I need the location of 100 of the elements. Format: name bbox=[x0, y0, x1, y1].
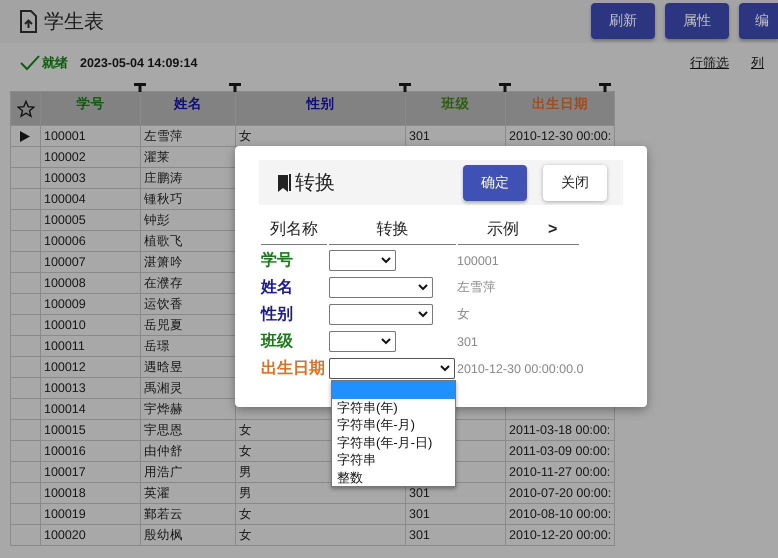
table-cell: 女 bbox=[239, 506, 252, 520]
column-header: 示例 bbox=[486, 220, 520, 240]
table-cell: 2011-03-18 00:00: bbox=[509, 423, 610, 437]
table-cell: 100004 bbox=[44, 192, 86, 206]
status-label: 就绪 bbox=[42, 54, 68, 72]
column-header: 列名称 bbox=[261, 219, 327, 245]
table-cell: 左雪萍 bbox=[144, 128, 183, 142]
dropdown-option[interactable]: 字符串(年-月) bbox=[332, 416, 455, 434]
field-label: 出生日期 bbox=[261, 358, 326, 379]
convert-select[interactable] bbox=[329, 358, 455, 379]
dropdown-option[interactable]: 字符串(年) bbox=[332, 398, 455, 416]
table-cell: 100020 bbox=[44, 528, 86, 542]
column-header[interactable]: 姓名 bbox=[174, 96, 202, 111]
table-cell: 100014 bbox=[44, 402, 86, 416]
column-resize-icon[interactable] bbox=[134, 83, 146, 92]
dropdown-option[interactable]: 字符串 bbox=[332, 451, 455, 468]
field-label: 性别 bbox=[261, 304, 294, 325]
table-cell: 100012 bbox=[44, 360, 86, 374]
column-resize-icon[interactable] bbox=[399, 83, 411, 92]
field-label: 姓名 bbox=[261, 278, 294, 298]
toolbar-button[interactable]: 属性 bbox=[665, 3, 729, 39]
confirm-button[interactable]: 确定 bbox=[463, 164, 527, 200]
table-cell: 100018 bbox=[44, 486, 86, 500]
table-cell: 用浩广 bbox=[144, 464, 183, 478]
table-cell: 301 bbox=[409, 507, 430, 521]
table-cell: 2010-12-30 00:00: bbox=[509, 129, 612, 143]
bookmark-icon bbox=[277, 172, 293, 192]
table-cell: 301 bbox=[409, 486, 430, 500]
example-text: 2010-12-30 00:00:00.0 bbox=[457, 362, 584, 376]
caret-icon bbox=[440, 365, 450, 372]
column-resize-icon[interactable] bbox=[229, 83, 241, 92]
table-cell: 100002 bbox=[44, 150, 86, 164]
page-title: 学生表 bbox=[44, 10, 105, 35]
table-cell: 鄞若云 bbox=[144, 506, 183, 520]
table-cell: 2010-07-20 00:00: bbox=[509, 486, 612, 500]
convert-select[interactable] bbox=[329, 304, 433, 325]
dialog-title: 转换 bbox=[295, 171, 336, 196]
table-cell: 100003 bbox=[44, 171, 86, 185]
column-resize-icon[interactable] bbox=[599, 83, 611, 92]
table-cell: 男 bbox=[239, 486, 252, 500]
table-cell: 由仲舒 bbox=[144, 444, 183, 458]
dropdown-option[interactable]: 整数 bbox=[332, 468, 455, 486]
table-cell: 女 bbox=[239, 128, 252, 142]
dropdown-option[interactable]: 字符串(年-月-日) bbox=[332, 434, 455, 451]
table-cell: 宇烨赫 bbox=[144, 402, 183, 416]
table-cell: 庄鹏涛 bbox=[144, 170, 183, 184]
check-icon bbox=[20, 54, 40, 72]
example-text: 左雪萍 bbox=[457, 279, 496, 296]
table-cell: 殷幼枫 bbox=[144, 528, 183, 542]
table-cell: 2010-11-27 00:00: bbox=[509, 465, 610, 479]
table-cell: 301 bbox=[409, 129, 430, 143]
caret-icon bbox=[381, 338, 391, 345]
column-header[interactable]: 性别 bbox=[306, 96, 334, 111]
table-cell: 男 bbox=[239, 464, 252, 478]
filter-link[interactable]: 行筛选 bbox=[690, 54, 729, 72]
table-cell: 女 bbox=[239, 528, 252, 542]
table-cell: 在濮存 bbox=[144, 276, 183, 290]
convert-select[interactable] bbox=[329, 331, 396, 352]
table-cell: 濯莱 bbox=[144, 150, 170, 164]
star-icon[interactable] bbox=[16, 100, 34, 118]
table-cell: 禹湘灵 bbox=[144, 380, 183, 394]
table-cell: 锺秋巧 bbox=[144, 192, 183, 206]
toolbar-button[interactable]: 刷新 bbox=[591, 3, 655, 39]
example-text: 100001 bbox=[457, 254, 499, 268]
file-upload-icon bbox=[18, 10, 38, 34]
table-cell: 100006 bbox=[44, 234, 86, 248]
next-button[interactable]: > bbox=[548, 221, 558, 239]
table-cell: 301 bbox=[409, 528, 430, 542]
table-cell: 100005 bbox=[44, 213, 86, 227]
convert-select[interactable] bbox=[329, 250, 396, 271]
convert-select[interactable] bbox=[329, 277, 433, 298]
table-cell: 女 bbox=[239, 422, 252, 436]
table-cell: 2010-12-20 00:00: bbox=[509, 528, 612, 542]
table-cell: 运饮香 bbox=[144, 296, 183, 310]
table-cell: 100001 bbox=[44, 129, 86, 143]
column-resize-icon[interactable] bbox=[499, 83, 511, 92]
table-cell: 遇晗昱 bbox=[144, 360, 183, 374]
table-cell: 100008 bbox=[44, 276, 86, 290]
table-cell: 100015 bbox=[44, 423, 86, 437]
caret-icon bbox=[381, 257, 391, 264]
table-cell: 英濯 bbox=[144, 486, 170, 500]
table-cell: 植歌飞 bbox=[144, 234, 183, 248]
table-cell: 湛箫吟 bbox=[144, 254, 183, 268]
table-cell: 100010 bbox=[44, 318, 86, 332]
column-header: 转换 bbox=[329, 219, 456, 245]
table-cell: 岳兕夏 bbox=[144, 318, 183, 332]
table-cell: 宇思恩 bbox=[144, 422, 183, 436]
table-cell: 100007 bbox=[44, 255, 86, 269]
filter-link[interactable]: 列 bbox=[751, 54, 764, 72]
table-cell: 岳璟 bbox=[144, 338, 170, 352]
table-cell: 100011 bbox=[44, 339, 85, 353]
toolbar-button[interactable]: 编 bbox=[739, 3, 778, 39]
example-text: 女 bbox=[457, 306, 470, 323]
table-cell: 100009 bbox=[44, 297, 86, 311]
table-cell: 钟彭 bbox=[144, 212, 170, 226]
table-cell: 100017 bbox=[44, 465, 86, 479]
table-cell: 2010-08-10 00:00: bbox=[509, 507, 612, 521]
table-cell: 100013 bbox=[44, 381, 86, 395]
example-text: 301 bbox=[457, 334, 478, 348]
close-button[interactable]: 关闭 bbox=[543, 164, 607, 200]
